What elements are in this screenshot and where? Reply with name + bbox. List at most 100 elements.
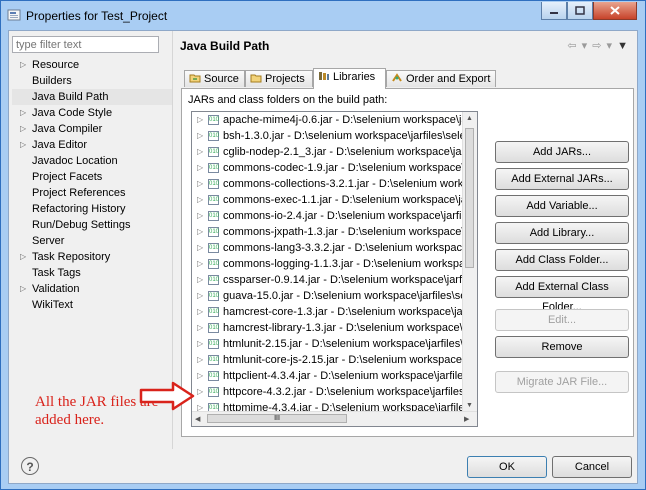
list-item[interactable]: ▷ 010 hamcrest-core-1.3.jar - D:\selenium …	[192, 304, 464, 320]
nav-item-label: Task Repository	[32, 251, 111, 263]
minimize-button[interactable]	[541, 2, 567, 20]
expand-arrow-icon[interactable]: ▷	[197, 336, 203, 352]
jar-icon: 010	[208, 323, 220, 333]
list-item[interactable]: ▷ 010 commons-io-2.4.jar - D:\selenium wor…	[192, 208, 464, 224]
expand-arrow-icon[interactable]: ▷	[197, 192, 203, 208]
list-item[interactable]: ▷ 010 commons-collections-3.2.1.jar - D:\s…	[192, 176, 464, 192]
tab-projects[interactable]: Projects	[245, 70, 313, 87]
nav-item-task-tags[interactable]: Task Tags	[12, 265, 172, 281]
forward-arrow-icon[interactable]: ⇨ ▾	[592, 40, 613, 52]
expand-arrow-icon[interactable]: ▷	[197, 112, 203, 128]
expand-arrow-icon[interactable]: ▷	[197, 144, 203, 160]
nav-item-javadoc-location[interactable]: Javadoc Location	[12, 153, 172, 169]
maximize-button[interactable]	[567, 2, 593, 20]
expand-arrow-icon[interactable]: ▷	[197, 288, 203, 304]
expand-arrow-icon[interactable]: ▷	[197, 304, 203, 320]
cancel-button[interactable]: Cancel	[552, 456, 632, 478]
list-item[interactable]: ▷ 010 commons-logging-1.1.3.jar - D:\selen…	[192, 256, 464, 272]
list-item[interactable]: ▷ 010 httpcore-4.3.2.jar - D:\selenium wor…	[192, 384, 464, 400]
expand-arrow-icon[interactable]: ▷	[20, 137, 26, 153]
ok-button[interactable]: OK	[467, 456, 547, 478]
tab-source[interactable]: Source	[184, 70, 245, 87]
list-item[interactable]: ▷ 010 commons-jxpath-1.3.jar - D:\selenium…	[192, 224, 464, 240]
nav-item-wikitext[interactable]: WikiText	[12, 297, 172, 313]
nav-item-validation[interactable]: ▷ Validation	[12, 281, 172, 297]
expand-arrow-icon[interactable]: ▷	[20, 121, 26, 137]
expand-arrow-icon[interactable]: ▷	[197, 320, 203, 336]
list-item[interactable]: ▷ 010 guava-15.0.jar - D:\selenium workspa…	[192, 288, 464, 304]
expand-arrow-icon[interactable]: ▷	[197, 224, 203, 240]
scroll-thumb[interactable]: III	[207, 414, 347, 423]
jar-list[interactable]: ▷ 010 apache-mime4j-0.6.jar - D:\selenium …	[191, 111, 478, 427]
expand-arrow-icon[interactable]: ▷	[20, 57, 26, 73]
expand-arrow-icon[interactable]: ▷	[197, 368, 203, 384]
expand-arrow-icon[interactable]: ▷	[197, 256, 203, 272]
scroll-up-icon[interactable]: ▲	[466, 115, 473, 122]
list-item[interactable]: ▷ 010 commons-exec-1.1.jar - D:\selenium w…	[192, 192, 464, 208]
jar-icon: 010	[208, 307, 220, 317]
expand-arrow-icon[interactable]: ▷	[20, 281, 26, 297]
list-item[interactable]: ▷ 010 hamcrest-library-1.3.jar - D:\seleni…	[192, 320, 464, 336]
nav-item-server[interactable]: Server	[12, 233, 172, 249]
scroll-left-icon[interactable]: ◀	[195, 415, 200, 423]
list-item[interactable]: ▷ 010 commons-lang3-3.3.2.jar - D:\seleniu…	[192, 240, 464, 256]
list-item[interactable]: ▷ 010 htmlunit-core-js-2.15.jar - D:\selen…	[192, 352, 464, 368]
filter-input[interactable]	[12, 36, 159, 53]
nav-item-java-editor[interactable]: ▷ Java Editor	[12, 137, 172, 153]
title-bar[interactable]: Properties for Test_Project	[1, 1, 645, 30]
tab-order-and-export[interactable]: Order and Export	[386, 70, 496, 87]
scroll-down-icon[interactable]: ▼	[466, 402, 473, 409]
add-jars-button[interactable]: Add JARs...	[495, 141, 629, 163]
nav-item-project-references[interactable]: Project References	[12, 185, 172, 201]
list-item[interactable]: ▷ 010 commons-codec-1.9.jar - D:\selenium …	[192, 160, 464, 176]
add-external-class-folder-button[interactable]: Add External Class Folder...	[495, 276, 629, 313]
list-item[interactable]: ▷ 010 htmlunit-2.15.jar - D:\selenium work…	[192, 336, 464, 352]
expand-arrow-icon[interactable]: ▷	[197, 176, 203, 192]
expand-arrow-icon[interactable]: ▷	[20, 105, 26, 121]
maximize-icon	[575, 6, 585, 15]
remove-button[interactable]: Remove	[495, 336, 629, 358]
horizontal-scrollbar[interactable]: ◀ III ▶	[192, 411, 477, 426]
list-item[interactable]: ▷ 010 cssparser-0.9.14.jar - D:\selenium w…	[192, 272, 464, 288]
add-library-button[interactable]: Add Library...	[495, 222, 629, 244]
add-external-jars-button[interactable]: Add External JARs...	[495, 168, 629, 190]
help-icon[interactable]: ?	[21, 457, 39, 475]
nav-item-resource[interactable]: ▷ Resource	[12, 57, 172, 73]
expand-arrow-icon[interactable]: ▷	[197, 208, 203, 224]
scroll-thumb[interactable]	[465, 128, 474, 268]
expand-arrow-icon[interactable]: ▷	[197, 240, 203, 256]
nav-item-java-build-path[interactable]: Java Build Path	[12, 89, 172, 105]
expand-arrow-icon[interactable]: ▷	[197, 160, 203, 176]
list-item[interactable]: ▷ 010 httpclient-4.3.4.jar - D:\selenium w…	[192, 368, 464, 384]
view-menu-icon[interactable]: ▼	[617, 40, 629, 52]
back-arrow-icon[interactable]: ⇦ ▾	[567, 40, 588, 52]
expand-arrow-icon[interactable]: ▷	[197, 352, 203, 368]
expand-arrow-icon[interactable]: ▷	[197, 272, 203, 288]
nav-item-java-code-style[interactable]: ▷ Java Code Style	[12, 105, 172, 121]
add-variable-button[interactable]: Add Variable...	[495, 195, 629, 217]
nav-item-refactoring-history[interactable]: Refactoring History	[12, 201, 172, 217]
list-item[interactable]: ▷ 010 cglib-nodep-2.1_3.jar - D:\selenium …	[192, 144, 464, 160]
nav-item-project-facets[interactable]: Project Facets	[12, 169, 172, 185]
jar-icon: 010	[208, 275, 220, 285]
tab-libraries[interactable]: Libraries	[313, 68, 386, 89]
list-item[interactable]: ▷ 010 bsh-1.3.0.jar - D:\selenium workspac…	[192, 128, 464, 144]
scroll-right-icon[interactable]: ▶	[464, 415, 469, 423]
page-title: Java Build Path	[180, 39, 270, 53]
nav-item-task-repository[interactable]: ▷ Task Repository	[12, 249, 172, 265]
property-page-tree: ▷ Resource Builders Java Build Path ▷ Java…	[12, 57, 172, 313]
jar-icon: 010	[208, 131, 220, 141]
expand-arrow-icon[interactable]: ▷	[197, 128, 203, 144]
expand-arrow-icon[interactable]: ▷	[20, 249, 26, 265]
list-item[interactable]: ▷ 010 apache-mime4j-0.6.jar - D:\selenium …	[192, 112, 464, 128]
nav-item-builders[interactable]: Builders	[12, 73, 172, 89]
nav-item-run-debug-settings[interactable]: Run/Debug Settings	[12, 217, 172, 233]
add-class-folder-button[interactable]: Add Class Folder...	[495, 249, 629, 271]
history-navigation: ⇦ ▾ ⇨ ▾ ▼	[567, 39, 629, 52]
nav-item-java-compiler[interactable]: ▷ Java Compiler	[12, 121, 172, 137]
vertical-scrollbar[interactable]: ▲ ▼	[462, 112, 477, 412]
close-button[interactable]	[593, 2, 637, 20]
expand-arrow-icon[interactable]: ▷	[197, 384, 203, 400]
edit-button[interactable]: Edit...	[495, 309, 629, 331]
migrate-jar-button[interactable]: Migrate JAR File...	[495, 371, 629, 393]
